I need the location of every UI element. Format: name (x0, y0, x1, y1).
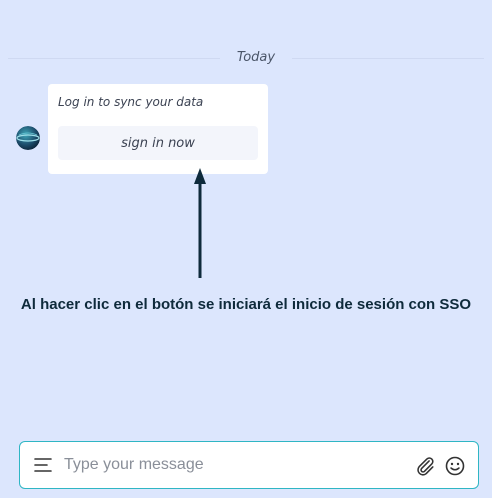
message-composer (19, 441, 479, 489)
date-divider: Today (8, 48, 484, 68)
annotation-arrow (194, 168, 206, 278)
sign-in-button[interactable]: sign in now (58, 126, 258, 160)
login-message-card: Log in to sync your data sign in now (48, 84, 268, 174)
message-input[interactable] (64, 454, 404, 476)
globe-avatar-icon (16, 126, 40, 150)
date-label: Today (236, 50, 276, 65)
annotation-text: Al hacer clic en el botón se iniciará el… (20, 296, 472, 313)
divider-line-right (292, 58, 484, 59)
menu-icon[interactable] (34, 457, 52, 473)
bot-avatar (16, 126, 40, 150)
smiley-icon[interactable] (445, 456, 465, 476)
login-prompt-text: Log in to sync your data (58, 95, 204, 109)
paperclip-icon[interactable] (414, 455, 436, 477)
divider-line-left (8, 58, 220, 59)
